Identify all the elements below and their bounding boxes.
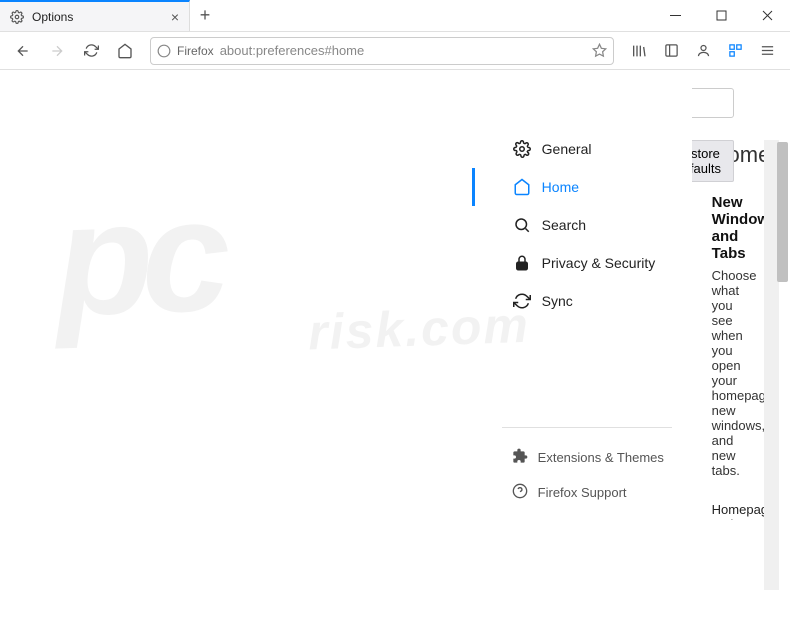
account-button[interactable] xyxy=(688,36,718,66)
navigation-toolbar: Firefox about:preferences#home xyxy=(0,32,790,70)
sync-icon xyxy=(512,291,532,311)
gear-icon xyxy=(512,139,532,159)
scrollbar-thumb[interactable] xyxy=(777,142,788,282)
menu-button[interactable] xyxy=(752,36,782,66)
window-maximize-button[interactable] xyxy=(698,0,744,31)
back-button[interactable] xyxy=(8,36,38,66)
sidebar-footer-label: Firefox Support xyxy=(538,485,627,500)
window-minimize-button[interactable] xyxy=(652,0,698,31)
close-tab-icon[interactable]: × xyxy=(171,9,179,25)
sidebar-item-general[interactable]: General xyxy=(512,130,692,168)
find-in-options-input[interactable]: Find in Options xyxy=(692,88,734,118)
search-icon xyxy=(512,215,532,235)
sidebar-label: Privacy & Security xyxy=(542,255,656,271)
homepage-label: Homepage and new windows xyxy=(712,496,764,520)
reload-button[interactable] xyxy=(76,36,106,66)
tab-title: Options xyxy=(32,10,163,24)
sidebar-label: Home xyxy=(542,179,579,195)
lock-icon xyxy=(512,253,532,273)
sidebar-item-privacy[interactable]: Privacy & Security xyxy=(512,244,692,282)
sidebar-extensions-link[interactable]: Extensions & Themes xyxy=(512,440,692,475)
sidebar-footer-label: Extensions & Themes xyxy=(538,450,664,465)
section-description: Choose what you see when you open your h… xyxy=(712,268,734,478)
preferences-sidebar: General Home Search Privacy & Security S… xyxy=(472,70,692,520)
window-close-button[interactable] xyxy=(744,0,790,31)
url-identity-label: Firefox xyxy=(177,44,214,58)
home-button[interactable] xyxy=(110,36,140,66)
url-bar[interactable]: Firefox about:preferences#home xyxy=(150,37,614,65)
sidebar-label: Sync xyxy=(542,293,573,309)
url-text: about:preferences#home xyxy=(220,43,586,58)
watermark: pcrisk.com xyxy=(52,152,539,618)
home-icon xyxy=(512,177,532,197)
title-bar: Options × + xyxy=(0,0,790,32)
sidebar-item-home[interactable]: Home xyxy=(512,168,692,206)
sidebar-item-search[interactable]: Search xyxy=(512,206,692,244)
question-icon xyxy=(512,483,528,502)
browser-tab[interactable]: Options × xyxy=(0,0,190,31)
gear-icon xyxy=(10,10,24,24)
forward-button[interactable] xyxy=(42,36,72,66)
addons-button[interactable] xyxy=(720,36,750,66)
firefox-icon xyxy=(157,44,171,58)
sidebar-support-link[interactable]: Firefox Support xyxy=(512,475,692,520)
sidebar-button[interactable] xyxy=(656,36,686,66)
sidebar-label: General xyxy=(542,141,592,157)
puzzle-icon xyxy=(512,448,528,467)
bookmark-star-icon[interactable] xyxy=(592,43,607,58)
library-button[interactable] xyxy=(624,36,654,66)
restore-defaults-button[interactable]: Restore Defaults xyxy=(692,140,734,182)
preferences-content: Find in Options Home Restore Defaults Ne… xyxy=(692,70,764,520)
new-tab-button[interactable]: + xyxy=(190,0,220,31)
sidebar-item-sync[interactable]: Sync xyxy=(512,282,692,320)
section-heading: New Windows and Tabs xyxy=(712,194,734,262)
sidebar-label: Search xyxy=(542,217,586,233)
